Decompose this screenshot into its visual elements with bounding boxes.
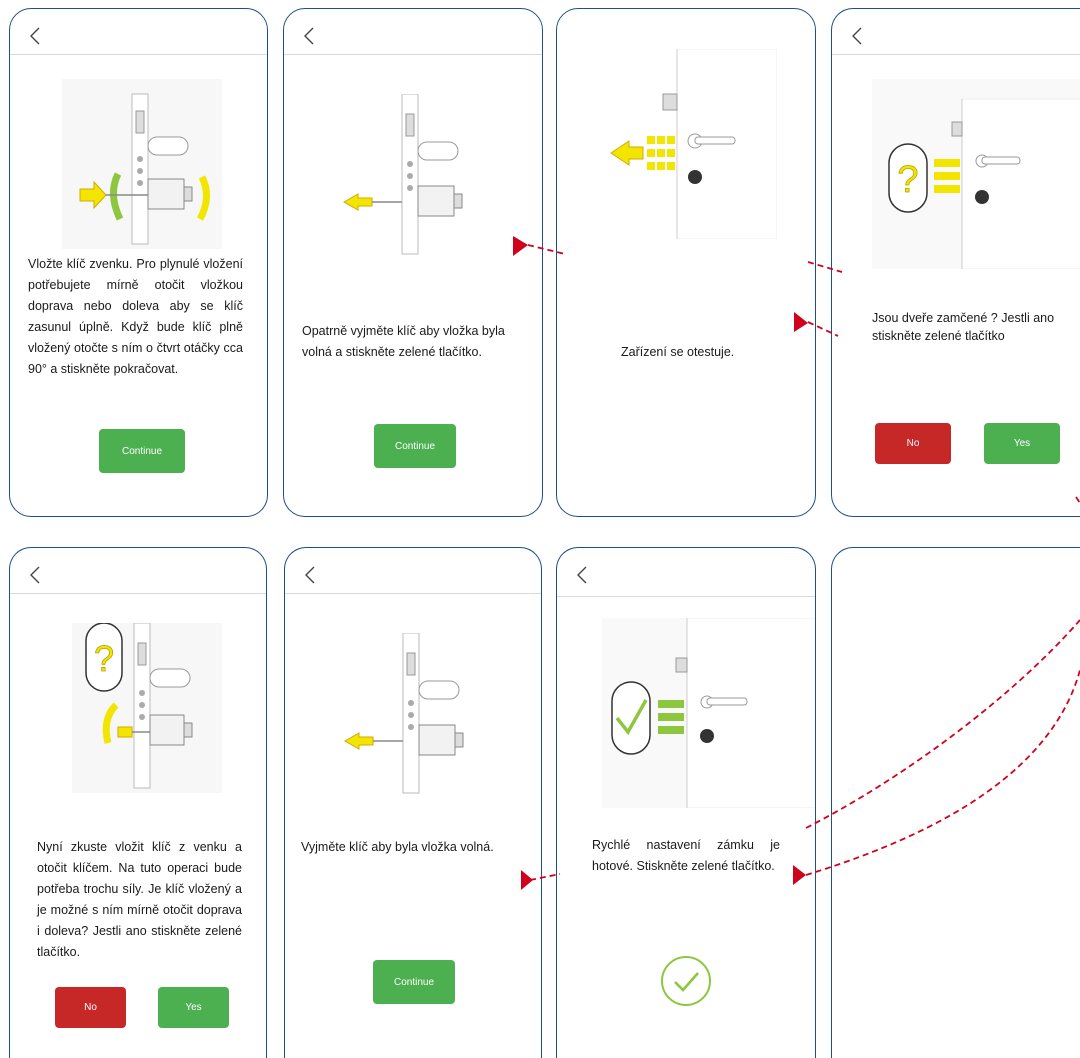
- back-button[interactable]: [846, 25, 868, 47]
- instruction-text: Nyní zkuste vložit klíč z venku a otočit…: [37, 840, 242, 959]
- svg-text:?: ?: [94, 638, 114, 679]
- key-remove-illustration: [343, 633, 464, 794]
- continue-button[interactable]: Continue: [374, 424, 456, 468]
- status-text: Zařízení se otestuje.: [621, 345, 735, 359]
- yes-button[interactable]: Yes: [158, 987, 229, 1028]
- chevron-left-icon: [305, 566, 315, 584]
- screen-blank: [831, 547, 1080, 1058]
- back-button[interactable]: [299, 564, 321, 586]
- continue-button[interactable]: Continue: [373, 960, 455, 1004]
- screen-remove-key: Opatrně vyjměte klíč aby vložka byla vol…: [283, 8, 543, 517]
- header-divider: [10, 54, 267, 55]
- no-button[interactable]: No: [875, 423, 951, 464]
- back-button[interactable]: [298, 25, 320, 47]
- back-button[interactable]: [24, 25, 46, 47]
- no-button[interactable]: No: [55, 987, 126, 1028]
- key-insert-illustration: [62, 79, 222, 249]
- header-divider: [832, 54, 1080, 55]
- instruction-text: Opatrně vyjměte klíč aby vložka byla vol…: [302, 324, 505, 359]
- svg-text:?: ?: [897, 159, 918, 201]
- chevron-left-icon: [30, 27, 40, 45]
- door-success-illustration: [602, 618, 815, 808]
- done-text: Rychlé nastavení zámku je hotové. Stiskn…: [592, 838, 780, 873]
- continue-button[interactable]: Continue: [99, 429, 185, 473]
- chevron-left-icon: [577, 566, 587, 584]
- yes-button[interactable]: Yes: [984, 423, 1060, 464]
- instruction-text: Vložte klíč zvenku. Pro plynulé vložení …: [28, 257, 243, 376]
- screen-remove-key-again: Vyjměte klíč aby byla vložka volná. Cont…: [284, 547, 542, 1058]
- chevron-left-icon: [304, 27, 314, 45]
- screen-insert-key: Vložte klíč zvenku. Pro plynulé vložení …: [9, 8, 268, 517]
- back-button[interactable]: [571, 564, 593, 586]
- chevron-left-icon: [852, 27, 862, 45]
- chevron-left-icon: [30, 566, 40, 584]
- header-divider: [557, 596, 815, 597]
- key-try-illustration: ?: [72, 623, 222, 793]
- header-divider: [10, 593, 266, 594]
- question-text: Jsou dveře zamčené ? Jestli ano stisknět…: [872, 311, 1055, 343]
- key-remove-illustration: [342, 94, 463, 255]
- screen-device-test: Zařízení se otestuje.: [556, 8, 816, 517]
- header-divider: [284, 54, 542, 55]
- door-question-illustration: ?: [872, 79, 1080, 269]
- door-test-illustration: [610, 49, 777, 239]
- screen-door-locked-question: ? Jsou dveře zamčené ? Jestli ano stiskn…: [831, 8, 1080, 517]
- screen-try-key: ? Nyní zkuste vložit klíč z venku a otoč…: [9, 547, 267, 1058]
- check-circle-icon: [661, 956, 711, 1006]
- back-button[interactable]: [24, 564, 46, 586]
- instruction-text: Vyjměte klíč aby byla vložka volná.: [301, 840, 494, 854]
- header-divider: [285, 593, 541, 594]
- screen-setup-done: Rychlé nastavení zámku je hotové. Stiskn…: [556, 547, 816, 1058]
